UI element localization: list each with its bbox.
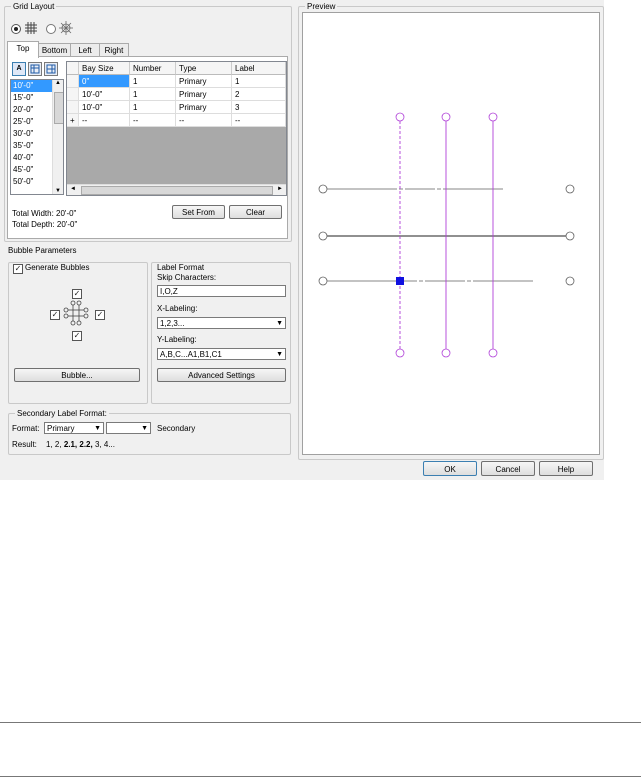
secondary-select[interactable]: ▼	[106, 422, 151, 434]
table-hscrollbar[interactable]: ◄ ►	[67, 184, 286, 195]
bubble-bottom-checkbox[interactable]: ✓	[72, 331, 82, 341]
cancel-button[interactable]: Cancel	[481, 461, 535, 476]
insert-row-icon[interactable]	[28, 62, 42, 76]
bay-size-list[interactable]: 10'-0" 15'-0" 20'-0" 25'-0" 30'-0" 35'-0…	[10, 79, 64, 195]
table-cell[interactable]: 3	[232, 101, 286, 114]
bubble-grid-icon	[63, 300, 89, 326]
x-labeling-label: X-Labeling:	[157, 304, 198, 313]
tab-bottom[interactable]: Bottom	[38, 43, 71, 57]
table-cell[interactable]: 10'-0"	[79, 101, 130, 114]
bay-table[interactable]: Bay Size Number Type Label 0" 1 Primary …	[66, 61, 287, 196]
table-cell[interactable]: 1	[130, 75, 176, 88]
selected-grid-point[interactable]	[396, 277, 404, 285]
column-header[interactable]: Label	[232, 62, 286, 75]
y-labeling-label: Y-Labeling:	[157, 335, 197, 344]
result-label: Result:	[12, 440, 37, 449]
bubble-parameters-title: Bubble Parameters	[8, 246, 77, 255]
tab-top[interactable]: Top	[7, 41, 39, 58]
total-depth: Total Depth: 20'-0"	[12, 220, 78, 229]
grid-layout-title: Grid Layout	[11, 1, 57, 12]
scroll-up-icon[interactable]: ▲	[55, 80, 61, 86]
skip-characters-input[interactable]: I,O,Z	[157, 285, 286, 297]
x-labeling-select[interactable]: 1,2,3... ▼	[157, 317, 286, 329]
advanced-settings-button[interactable]: Advanced Settings	[157, 368, 286, 382]
help-button[interactable]: Help	[539, 461, 593, 476]
divider	[0, 722, 641, 723]
new-row-marker: +	[67, 114, 79, 127]
radial-radio[interactable]	[46, 24, 56, 34]
preview-title: Preview	[305, 1, 338, 12]
set-from-button[interactable]: Set From	[172, 205, 225, 219]
y-labeling-select[interactable]: A,B,C...A1,B1,C1 ▼	[157, 348, 286, 360]
tab-right[interactable]: Right	[99, 43, 129, 57]
clear-button[interactable]: Clear	[229, 205, 282, 219]
auto-size-icon[interactable]: A	[12, 62, 26, 76]
table-cell[interactable]: Primary	[176, 88, 232, 101]
orthogonal-radio[interactable]	[11, 24, 21, 34]
bubble-button[interactable]: Bubble...	[14, 368, 140, 382]
grid-preview	[318, 112, 575, 358]
preview-canvas[interactable]	[302, 12, 600, 455]
chevron-down-icon: ▼	[276, 351, 283, 358]
table-cell[interactable]: 0"	[79, 75, 130, 88]
skip-characters-label: Skip Characters:	[157, 273, 217, 282]
ok-button[interactable]: OK	[423, 461, 477, 476]
table-cell[interactable]: 1	[130, 88, 176, 101]
column-header[interactable]: Bay Size	[79, 62, 130, 75]
scroll-right-icon[interactable]: ►	[277, 186, 283, 192]
scroll-left-icon[interactable]: ◄	[70, 186, 76, 192]
total-width: Total Width: 20'-0"	[12, 209, 77, 218]
chevron-down-icon: ▼	[94, 425, 101, 432]
tab-left[interactable]: Left	[70, 43, 100, 57]
table-cell[interactable]: 10'-0"	[79, 88, 130, 101]
list-scrollbar[interactable]: ▲ ▼	[52, 80, 63, 194]
table-cell[interactable]: 1	[232, 75, 286, 88]
grid-dialog: Grid Layout Top Bottom Left Right A 10'-…	[0, 0, 604, 480]
bubble-right-checkbox[interactable]: ✓	[95, 310, 105, 320]
format-select[interactable]: Primary ▼	[44, 422, 104, 434]
delete-row-icon[interactable]	[44, 62, 58, 76]
table-cell[interactable]: --	[176, 114, 232, 127]
bubble-top-checkbox[interactable]: ✓	[72, 289, 82, 299]
table-cell[interactable]: Primary	[176, 101, 232, 114]
generate-bubbles-checkbox[interactable]: ✓	[13, 264, 23, 274]
table-cell[interactable]: --	[130, 114, 176, 127]
column-header[interactable]: Type	[176, 62, 232, 75]
bubble-left-checkbox[interactable]: ✓	[50, 310, 60, 320]
table-cell[interactable]: --	[79, 114, 130, 127]
secondary-label: Secondary	[157, 424, 196, 433]
orthogonal-grid-icon	[24, 21, 38, 35]
secondary-format-title: Secondary Label Format:	[15, 408, 109, 419]
generate-bubbles-label: Generate Bubbles	[25, 263, 90, 272]
chevron-down-icon: ▼	[141, 425, 148, 432]
table-cell[interactable]: Primary	[176, 75, 232, 88]
table-cell[interactable]: 1	[130, 101, 176, 114]
chevron-down-icon: ▼	[276, 320, 283, 327]
format-label: Format:	[12, 424, 40, 433]
table-cell[interactable]: 2	[232, 88, 286, 101]
divider	[0, 776, 641, 777]
label-format-title: Label Format	[157, 263, 205, 272]
result-value: 1, 2, 2.1, 2.2, 3, 4...	[46, 440, 115, 449]
table-cell[interactable]: --	[232, 114, 286, 127]
scroll-down-icon[interactable]: ▼	[55, 188, 61, 194]
radial-grid-icon	[58, 20, 74, 36]
column-header[interactable]: Number	[130, 62, 176, 75]
